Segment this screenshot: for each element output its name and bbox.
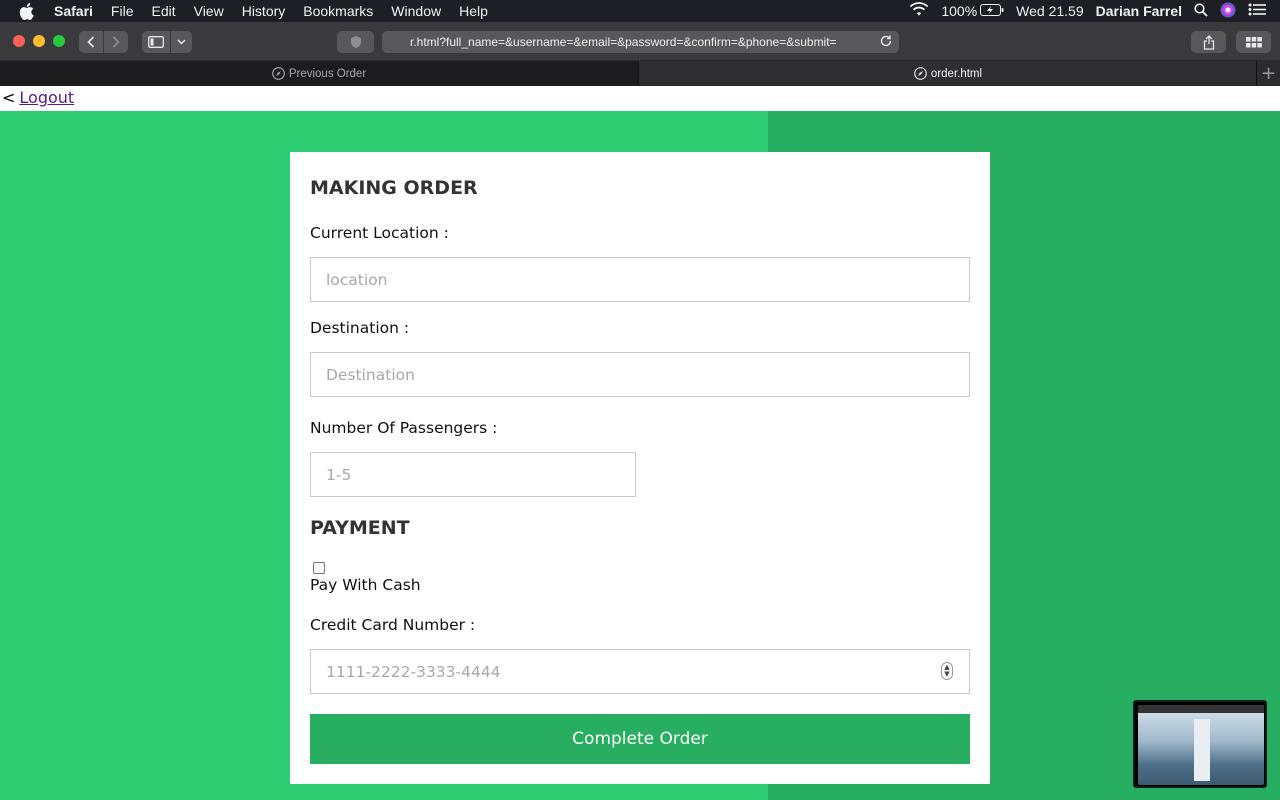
menu-file[interactable]: File [111,3,134,19]
tab-label: order.html [930,67,983,80]
thumbnail-image [1138,705,1264,785]
back-button[interactable] [79,31,103,53]
menu-edit[interactable]: Edit [151,3,175,19]
shield-icon [350,36,361,48]
control-center-icon[interactable] [1248,3,1266,19]
logout-link[interactable]: Logout [19,88,74,107]
address-bar[interactable]: r.html?full_name=&username=&email=&passw… [382,31,899,53]
complete-order-button[interactable]: Complete Order [310,714,970,764]
privacy-report-button[interactable] [337,31,374,53]
payment-title: PAYMENT [310,517,410,539]
card-number-label: Credit Card Number : [310,616,476,634]
forward-button[interactable] [104,31,128,53]
menu-view[interactable]: View [194,3,224,19]
reload-icon[interactable] [879,34,893,51]
status-area: 100% Wed 21.59 Darian Farrel [897,0,1280,22]
order-form: MAKING ORDER Current Location : Destinat… [290,152,990,784]
logout-row: < Logout [2,88,74,107]
compass-icon [271,67,285,80]
sidebar-button[interactable] [142,31,170,53]
chevron-left-icon [87,36,95,48]
share-button[interactable] [1191,31,1226,53]
sidebar-icon [148,36,164,48]
sidebar-menu-button[interactable] [171,31,192,53]
battery-icon[interactable] [980,3,1004,19]
screenshot-thumbnail[interactable] [1133,700,1267,788]
location-label: Current Location : [310,224,449,242]
tab-overview-button[interactable] [1236,31,1271,53]
destination-input[interactable] [310,352,970,397]
new-tab-button[interactable]: + [1256,61,1280,86]
back-arrow: < [2,88,16,107]
chevron-down-icon [177,39,186,45]
minimize-window-button[interactable] [33,35,45,47]
stepper-down-icon: ▼ [944,670,950,678]
page-header: < Logout [0,86,1280,111]
destination-label: Destination : [310,319,410,337]
apple-icon[interactable] [19,2,37,20]
menu-history[interactable]: History [242,3,286,19]
passengers-input[interactable] [310,452,636,497]
clock[interactable]: Wed 21.59 [1016,3,1083,19]
url-text[interactable]: r.html?full_name=&username=&email=&passw… [410,35,837,49]
plus-icon: + [1260,63,1277,84]
pay-with-cash-label: Pay With Cash [310,576,421,594]
menu-window[interactable]: Window [391,3,441,19]
share-icon [1203,34,1214,50]
user-name[interactable]: Darian Farrel [1096,3,1182,19]
wifi-icon[interactable] [909,2,929,20]
tab-previous-order[interactable]: Previous Order [0,61,639,86]
thumbnail-toolbar [1138,705,1264,713]
close-window-button[interactable] [13,35,25,47]
pay-with-cash-checkbox[interactable] [313,562,325,574]
menu-help[interactable]: Help [459,3,488,19]
form-title: MAKING ORDER [310,177,478,199]
thumbnail-panel [1194,719,1210,781]
menu-bar: Safari File Edit View History Bookmarks … [0,0,1280,22]
tab-label: Previous Order [288,67,367,80]
tab-bar: Previous Order order.html + [0,61,1280,86]
web-page: < Logout MAKING ORDER Current Location : … [0,86,1280,800]
chevron-right-icon [112,36,120,48]
grid-icon [1245,36,1262,47]
battery-percent: 100% [941,3,978,19]
browser-toolbar: r.html?full_name=&username=&email=&passw… [0,22,1280,61]
menu-app-safari[interactable]: Safari [54,3,93,19]
zoom-window-button[interactable] [53,35,65,47]
card-number-wrapper: ▲▼ [310,649,970,694]
menu-bookmarks[interactable]: Bookmarks [303,3,373,19]
compass-icon [914,67,927,80]
tab-order[interactable]: order.html [640,61,1256,86]
location-input[interactable] [310,257,970,302]
card-number-input[interactable] [310,649,970,694]
passengers-label: Number Of Passengers : [310,419,498,437]
number-stepper[interactable]: ▲ ▼ [941,662,953,680]
siri-icon[interactable] [1220,2,1236,21]
spotlight-icon[interactable] [1194,2,1208,20]
